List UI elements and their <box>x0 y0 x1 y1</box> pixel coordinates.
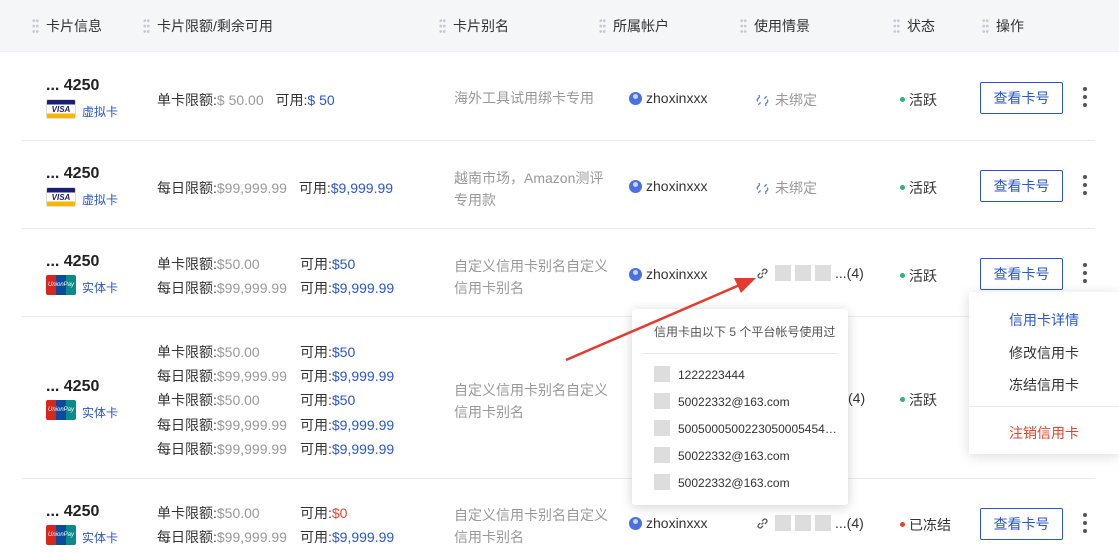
annotation-arrow-icon <box>565 278 756 362</box>
